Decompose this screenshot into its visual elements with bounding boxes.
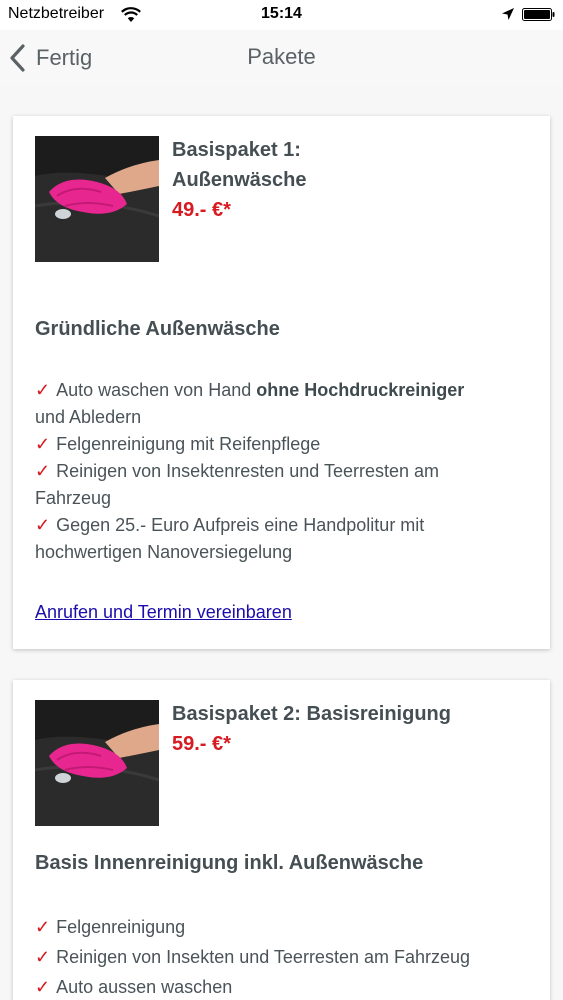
package-price: 49.- €*: [172, 199, 231, 221]
navigation-bar: Fertig Pakete: [0, 30, 563, 86]
location-arrow-icon: [502, 8, 514, 20]
package-price: 59.- €*: [172, 733, 231, 755]
feature-item: ✓ Reinigen von Insekten und Teerresten am…: [35, 947, 471, 967]
feature-list: ✓ Auto waschen von Hand ohne Hochdruckrei…: [35, 377, 525, 566]
checkmark-icon: ✓: [35, 947, 51, 967]
feature-item: ✓ Felgenreinigung: [35, 917, 186, 937]
feature-item: ✓ Reinigen von Insektenresten und Teerres…: [35, 461, 439, 481]
battery-icon: [522, 8, 555, 21]
package-card: Basispaket 1: Außenwäsche 49.- €* Gründl…: [13, 116, 550, 649]
package-heading: Basis Innenreinigung inkl. Außenwäsche: [35, 852, 424, 874]
package-heading: Gründliche Außenwäsche: [35, 318, 280, 340]
feature-item: ✓ Gegen 25.- Euro Aufpreis eine Handpolit…: [35, 515, 425, 535]
checkmark-icon: ✓: [35, 917, 51, 937]
page-title: Pakete: [247, 44, 316, 69]
package-title: Basispaket 2: Basisreinigung: [172, 703, 451, 725]
package-title: Basispaket 1:: [172, 139, 301, 161]
feature-item: ✓ Felgenreinigung mit Reifenpflege: [35, 434, 321, 454]
package-card: Basispaket 2: Basisreinigung 59.- €* Bas…: [13, 680, 550, 1000]
feature-item-continued: hochwertigen Nanoversiegelung: [35, 542, 293, 562]
feature-item: ✓ Auto waschen von Hand ohne Hochdruckrei…: [35, 380, 465, 400]
feature-item-continued: und Abledern: [35, 407, 142, 427]
feature-item-continued: Fahrzeug: [35, 488, 112, 508]
car-wash-image: [35, 700, 159, 826]
checkmark-icon: ✓: [35, 977, 51, 997]
checkmark-icon: ✓: [35, 380, 51, 400]
call-and-book-link[interactable]: Anrufen und Termin vereinbaren: [35, 602, 292, 623]
checkmark-icon: ✓: [35, 461, 51, 481]
car-wash-image: [35, 136, 159, 262]
checkmark-icon: ✓: [35, 515, 51, 535]
feature-item: ✓ Auto aussen waschen: [35, 977, 233, 997]
package-title-line2: Außenwäsche: [172, 169, 307, 191]
feature-list: ✓ Felgenreinigung ✓ Reinigen von Insekten …: [35, 912, 525, 1000]
checkmark-icon: ✓: [35, 434, 51, 454]
status-bar: Netzbetreiber 15:14: [0, 0, 563, 30]
status-time: 15:14: [261, 5, 302, 22]
